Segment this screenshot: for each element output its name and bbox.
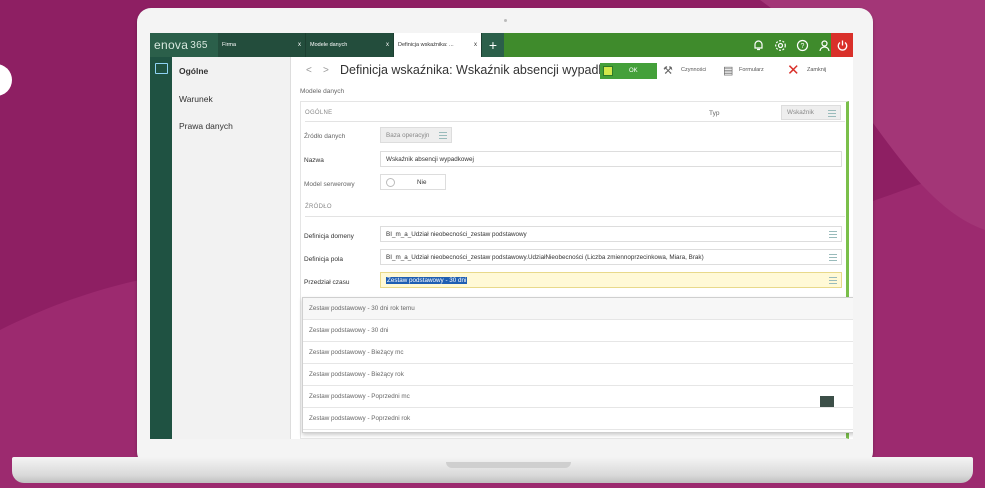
dropdown-option[interactable]: Zestaw podstawowy - Poprzedni mc <box>303 386 853 408</box>
tab-label: Firma <box>222 42 237 48</box>
tab-label: Definicja wskaźnika: ... <box>398 42 454 48</box>
dropdown-option[interactable]: Zestaw podstawowy - Bieżący rok <box>303 364 853 386</box>
back-button[interactable]: < <box>306 65 312 76</box>
domain-def-label: Definicja domeny <box>304 233 354 240</box>
scroll-corner-button[interactable] <box>820 396 834 407</box>
divider <box>305 216 845 217</box>
tab-close-icon[interactable]: x <box>298 42 301 48</box>
field-def-field[interactable]: BI_m_a_Udział nieobecności_zestaw podsta… <box>380 249 842 265</box>
logo-text: enova <box>154 38 189 52</box>
gear-icon[interactable] <box>774 39 787 52</box>
bell-icon[interactable] <box>752 39 765 52</box>
type-value: Wskaźnik <box>787 109 814 116</box>
laptop-notch <box>446 462 571 468</box>
sidebar: Ogólne Warunek Prawa danych <box>172 57 291 439</box>
app-screen: enova 365 Firma x Modele danych x Defini… <box>150 33 853 439</box>
webcam <box>504 19 507 22</box>
page-title: Definicja wskaźnika: Wskaźnik absencji w… <box>340 63 623 77</box>
tab-modele-danych[interactable]: Modele danych x <box>306 33 394 57</box>
close-icon[interactable]: ✕ <box>787 61 800 79</box>
circle-decoration <box>0 64 12 96</box>
field-def-value: BI_m_a_Udział nieobecności_zestaw podsta… <box>386 253 704 261</box>
svg-text:?: ? <box>801 43 805 50</box>
source-label: Źródło danych <box>304 133 346 140</box>
radio-icon <box>386 177 395 187</box>
form-icon[interactable]: ▤ <box>723 64 733 77</box>
name-label: Nazwa <box>304 157 324 164</box>
time-range-dropdown[interactable]: Zestaw podstawowy - 30 dni rok temu Zest… <box>302 297 853 433</box>
folder-icon[interactable] <box>155 63 168 74</box>
tab-close-icon[interactable]: x <box>474 42 477 48</box>
list-icon <box>439 132 447 139</box>
time-range-label: Przedział czasu <box>304 279 350 286</box>
dropdown-option[interactable]: Zestaw podstawowy - Bieżący mc <box>303 342 853 364</box>
power-button[interactable] <box>831 33 853 57</box>
name-value: Wskaźnik absencji wypadkowej <box>386 155 474 163</box>
tab-close-icon[interactable]: x <box>386 42 389 48</box>
left-strip <box>150 57 172 439</box>
top-icons: ? <box>752 33 831 57</box>
server-model-toggle[interactable]: Nie <box>380 174 446 190</box>
list-icon <box>829 254 837 261</box>
section-general-heading: OGÓLNE <box>305 110 333 116</box>
app-logo: enova 365 <box>150 33 218 57</box>
tab-definicja-wskaznika[interactable]: Definicja wskaźnika: ... x <box>394 33 482 57</box>
domain-def-field[interactable]: BI_m_a_Udział nieobecności_zestaw podsta… <box>380 226 842 242</box>
print-button[interactable]: Formularz <box>739 67 764 73</box>
add-tab-button[interactable]: + <box>482 33 504 57</box>
list-icon <box>829 231 837 238</box>
help-icon[interactable]: ? <box>796 39 809 52</box>
logo-number: 365 <box>190 39 208 51</box>
dropdown-option[interactable]: Zestaw podstawowy - Poprzedni rok <box>303 408 853 430</box>
power-icon <box>837 40 847 51</box>
domain-def-value: BI_m_a_Udział nieobecności_zestaw podsta… <box>386 230 527 238</box>
laptop-base <box>12 457 973 483</box>
server-model-value: Nie <box>417 178 427 186</box>
source-value: Baza operacyjn <box>386 131 430 139</box>
time-range-value: Zestaw podstawowy - 30 dni <box>386 276 468 284</box>
user-icon[interactable] <box>818 39 831 52</box>
top-bar: enova 365 Firma x Modele danych x Defini… <box>150 33 853 57</box>
sidebar-item-warunek[interactable]: Warunek <box>179 94 213 104</box>
breadcrumb[interactable]: Modele danych <box>300 88 344 95</box>
ok-label: OK <box>629 68 638 74</box>
field-def-label: Definicja pola <box>304 256 344 263</box>
divider <box>305 121 845 122</box>
tab-firma[interactable]: Firma x <box>218 33 306 57</box>
save-icon <box>603 66 613 76</box>
dropdown-option[interactable]: Zestaw podstawowy - 30 dni rok temu <box>303 298 853 320</box>
forward-button[interactable]: > <box>323 65 329 76</box>
list-icon <box>828 110 836 117</box>
server-model-label: Model serwerowy <box>304 181 355 188</box>
sidebar-item-ogolne[interactable]: Ogólne <box>179 66 208 76</box>
type-field[interactable]: Wskaźnik <box>781 105 841 120</box>
close-button[interactable]: Zamknij <box>807 67 826 73</box>
list-icon <box>829 277 837 284</box>
time-range-field[interactable]: Zestaw podstawowy - 30 dni <box>380 272 842 288</box>
type-label: Typ <box>709 110 720 117</box>
sidebar-item-prawa-danych[interactable]: Prawa danych <box>179 121 233 131</box>
ok-button[interactable]: OK <box>600 63 657 79</box>
actions-button[interactable]: Czynności <box>681 67 706 73</box>
source-field[interactable]: Baza operacyjn <box>380 127 452 143</box>
name-field[interactable]: Wskaźnik absencji wypadkowej <box>380 151 842 167</box>
tab-label: Modele danych <box>310 42 348 48</box>
wrench-icon[interactable]: ⚒ <box>663 64 673 77</box>
section-source-heading: ŹRÓDŁO <box>305 204 332 210</box>
dropdown-option[interactable]: Zestaw podstawowy - 30 dni <box>303 320 853 342</box>
